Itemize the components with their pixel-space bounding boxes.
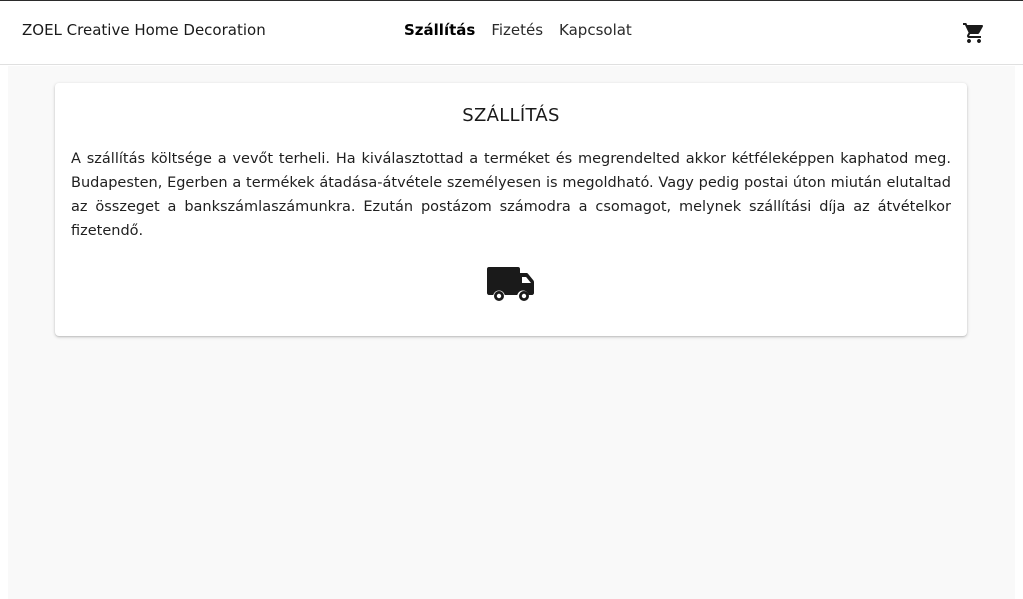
brand-title[interactable]: ZOEL Creative Home Decoration	[22, 21, 266, 39]
nav-item-kapcsolat[interactable]: Kapcsolat	[559, 21, 632, 39]
shipping-card: SZÁLLÍTÁS A szállítás költsége a vevőt t…	[55, 83, 967, 336]
nav-item-szallitas[interactable]: Szállítás	[404, 21, 475, 39]
card-title: SZÁLLÍTÁS	[462, 105, 560, 126]
main-content: SZÁLLÍTÁS A szállítás költsége a vevőt t…	[8, 66, 1015, 599]
main-nav: Szállítás Fizetés Kapcsolat	[404, 21, 632, 39]
shipping-description: A szállítás költsége a vevőt terheli. Ha…	[71, 151, 951, 239]
app-header: ZOEL Creative Home Decoration Szállítás …	[0, 1, 1023, 65]
shopping-cart-icon[interactable]	[962, 21, 986, 45]
nav-item-fizetes[interactable]: Fizetés	[491, 21, 543, 39]
truck-icon	[487, 264, 535, 304]
